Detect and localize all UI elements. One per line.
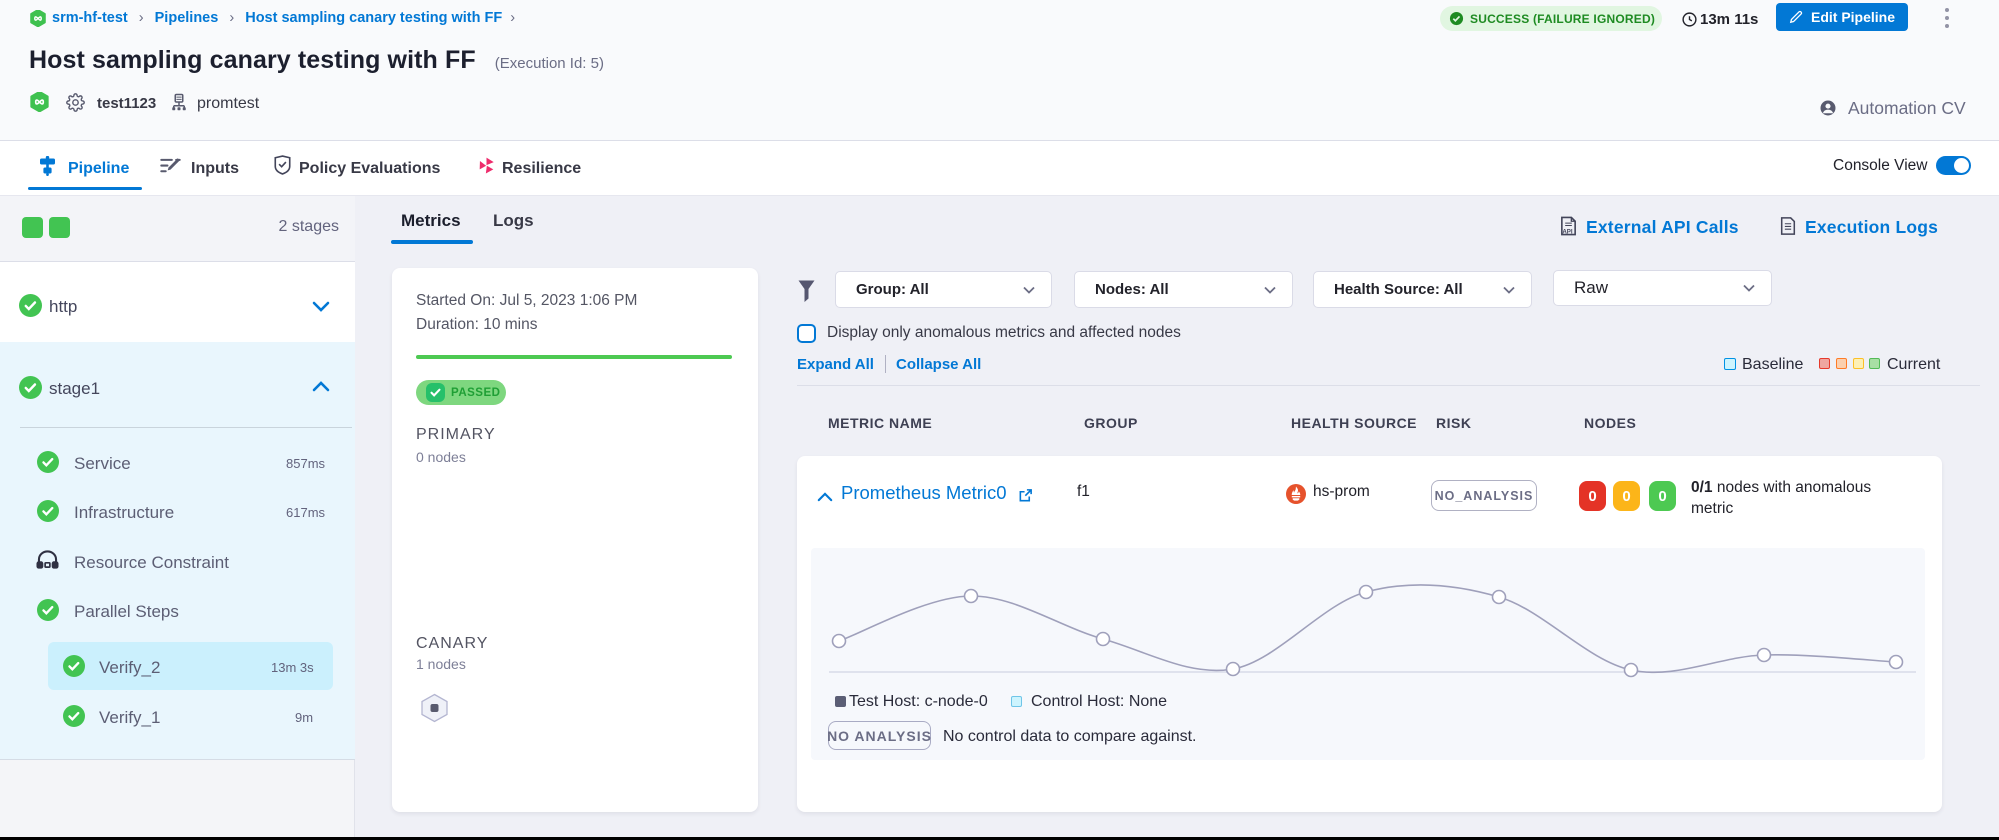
svg-text:API: API bbox=[1562, 229, 1573, 236]
